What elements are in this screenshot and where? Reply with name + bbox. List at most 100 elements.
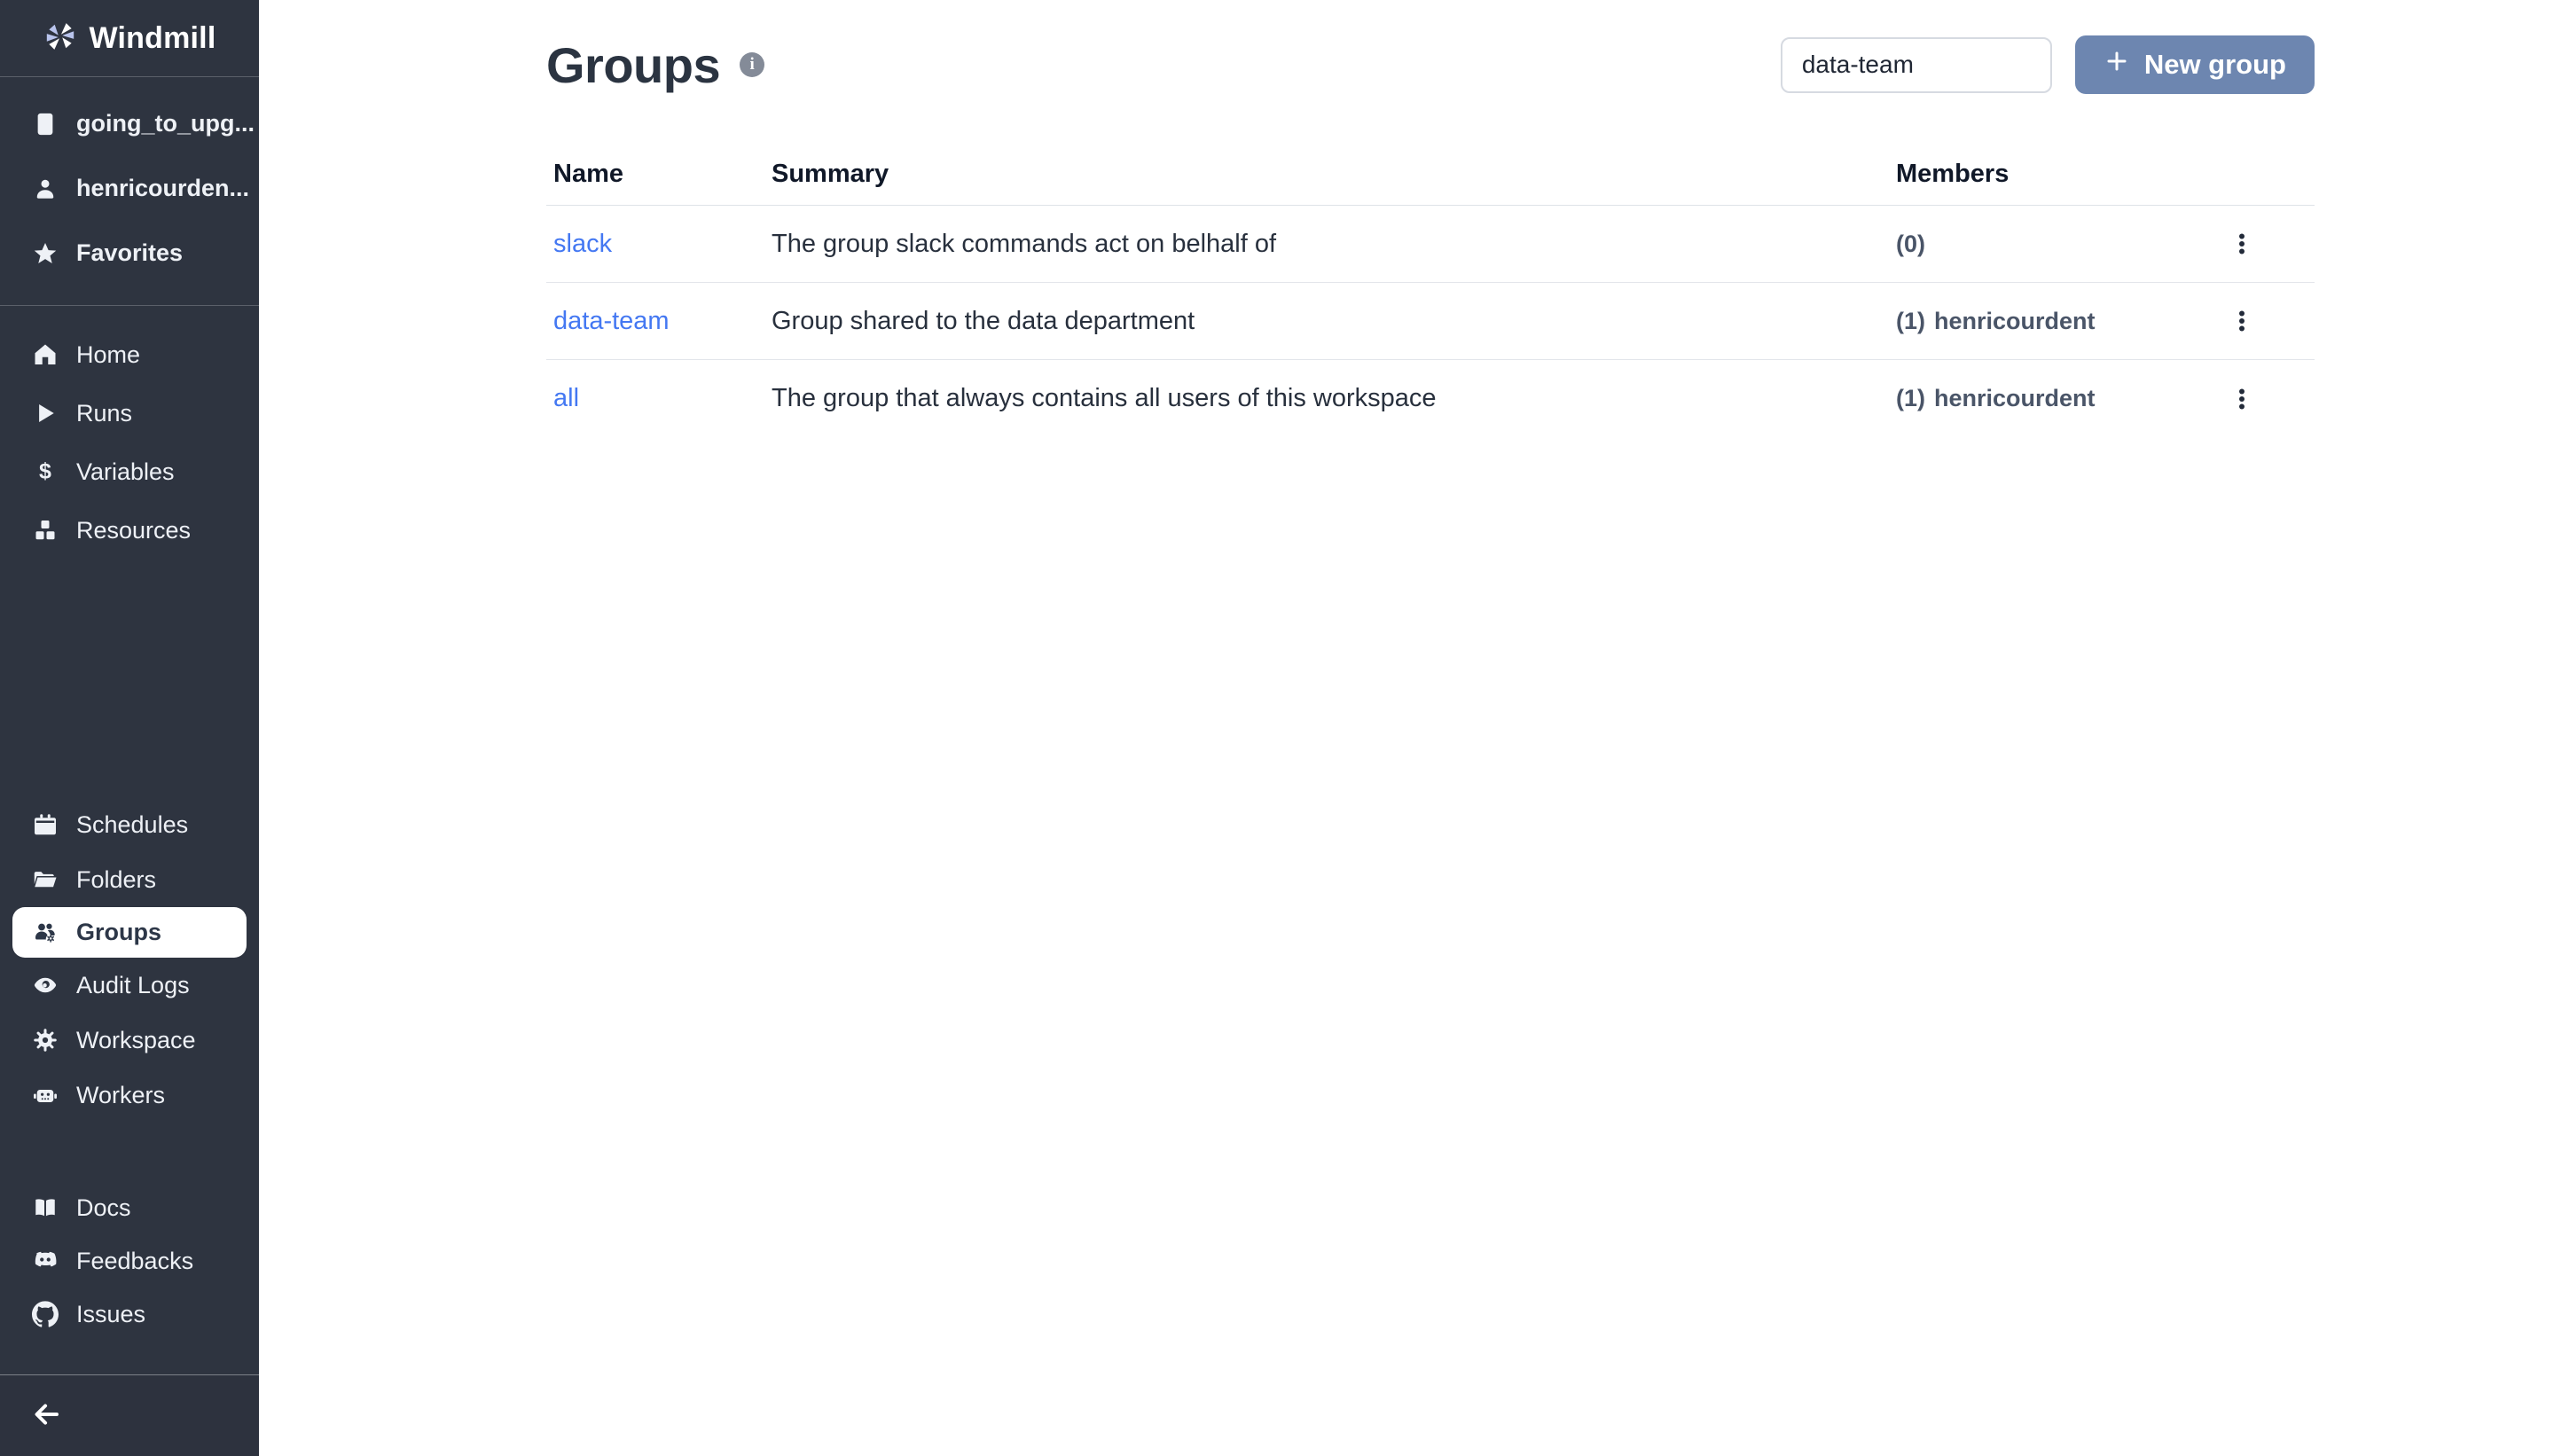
- plus-icon: [2104, 48, 2130, 82]
- group-name-cell: data-team: [546, 307, 764, 336]
- gear-icon: [32, 1027, 59, 1053]
- members-names: henricourdent: [1934, 308, 2096, 335]
- sidebar-item-schedules[interactable]: Schedules: [0, 797, 259, 852]
- folder-icon: [32, 866, 59, 893]
- sidebar-footer: [0, 1374, 259, 1456]
- main-content: Groups i New group Name Summary: [259, 0, 2554, 1456]
- building-icon: [32, 111, 59, 137]
- sidebar-item-label: Audit Logs: [76, 972, 190, 999]
- sidebar-item-user[interactable]: henricourden...: [0, 156, 259, 221]
- sidebar: Windmill going_to_upg...: [0, 0, 259, 1456]
- members-count: (1): [1896, 308, 1925, 335]
- sidebar-item-groups[interactable]: Groups: [12, 907, 247, 958]
- group-search-input[interactable]: [1781, 37, 2052, 93]
- github-icon: [32, 1301, 59, 1327]
- kebab-menu-icon: [2229, 308, 2255, 334]
- members-names: henricourdent: [1934, 385, 2096, 412]
- new-group-label: New group: [2144, 49, 2286, 81]
- sidebar-item-label: going_to_upg...: [76, 110, 255, 137]
- sidebar-item-label: Folders: [76, 866, 156, 894]
- sidebar-item-folders[interactable]: Folders: [0, 852, 259, 907]
- sidebar-item-docs[interactable]: Docs: [0, 1181, 259, 1234]
- title-wrap: Groups i: [546, 36, 764, 94]
- play-icon: [32, 400, 59, 427]
- arrow-left-icon: [30, 1398, 62, 1433]
- header-actions: New group: [1781, 35, 2315, 94]
- sidebar-item-label: Resources: [76, 517, 191, 544]
- column-header-name: Name: [546, 160, 764, 189]
- sidebar-admin-nav: Schedules Folders: [0, 797, 259, 1123]
- new-group-button[interactable]: New group: [2075, 35, 2315, 94]
- sidebar-item-label: Runs: [76, 400, 132, 427]
- column-header-members: Members: [1889, 160, 2182, 189]
- eye-icon: [32, 972, 59, 998]
- sidebar-footer-nav: Docs Feedbacks Issues: [0, 1181, 259, 1341]
- table-header-row: Name Summary Members: [546, 144, 2315, 206]
- group-link[interactable]: all: [553, 384, 579, 412]
- sidebar-item-label: Docs: [76, 1194, 131, 1222]
- table-row: all The group that always contains all u…: [546, 360, 2315, 437]
- group-summary: The group slack commands act on belhalf …: [764, 230, 1889, 259]
- windmill-logo-icon: [43, 20, 77, 58]
- group-name-cell: all: [546, 384, 764, 413]
- discord-icon: [32, 1248, 59, 1274]
- svg-text:$: $: [39, 459, 51, 484]
- sidebar-item-label: Schedules: [76, 811, 188, 839]
- sidebar-item-runs[interactable]: Runs: [0, 384, 259, 442]
- sidebar-item-issues[interactable]: Issues: [0, 1288, 259, 1341]
- dollar-icon: $: [32, 458, 59, 485]
- robot-icon: [32, 1082, 59, 1108]
- kebab-menu-icon: [2229, 231, 2255, 257]
- group-name-cell: slack: [546, 230, 764, 259]
- user-icon: [32, 176, 59, 202]
- group-members: (1) henricourdent: [1889, 385, 2182, 412]
- page-title: Groups: [546, 36, 720, 94]
- app-root: Windmill going_to_upg...: [0, 0, 2554, 1456]
- row-menu-button[interactable]: [2217, 374, 2267, 424]
- page-header: Groups i New group: [546, 35, 2315, 94]
- table-row: data-team Group shared to the data depar…: [546, 283, 2315, 360]
- column-header-summary: Summary: [764, 160, 1889, 189]
- sidebar-item-label: Home: [76, 341, 140, 369]
- info-icon[interactable]: i: [740, 52, 764, 77]
- sidebar-item-label: Groups: [76, 919, 161, 946]
- group-members: (0): [1889, 231, 2182, 258]
- book-icon: [32, 1194, 59, 1221]
- sidebar-item-home[interactable]: Home: [0, 325, 259, 384]
- sidebar-item-resources[interactable]: Resources: [0, 501, 259, 560]
- group-summary: The group that always contains all users…: [764, 384, 1889, 413]
- group-summary: Group shared to the data department: [764, 307, 1889, 336]
- sidebar-item-label: Workspace: [76, 1027, 196, 1054]
- members-count: (0): [1896, 231, 1925, 258]
- app-title: Windmill: [90, 21, 216, 56]
- sidebar-item-label: Variables: [76, 458, 175, 486]
- windmill-logo[interactable]: Windmill: [0, 0, 259, 76]
- members-count: (1): [1896, 385, 1925, 412]
- sidebar-item-workers[interactable]: Workers: [0, 1068, 259, 1123]
- star-icon: [32, 240, 59, 267]
- groups-table: Name Summary Members slack The group sla…: [546, 144, 2315, 437]
- calendar-icon: [32, 811, 59, 838]
- group-members: (1) henricourdent: [1889, 308, 2182, 335]
- users-gear-icon: [32, 920, 59, 946]
- sidebar-context-section: going_to_upg... henricourden... Favor: [0, 77, 259, 305]
- collapse-sidebar-button[interactable]: [27, 1397, 66, 1436]
- sidebar-item-variables[interactable]: $ Variables: [0, 442, 259, 501]
- cubes-icon: [32, 517, 59, 544]
- sidebar-item-workspace[interactable]: going_to_upg...: [0, 91, 259, 156]
- row-menu-button[interactable]: [2217, 219, 2267, 269]
- group-link[interactable]: data-team: [553, 307, 670, 335]
- sidebar-item-workspace-settings[interactable]: Workspace: [0, 1013, 259, 1068]
- sidebar-item-feedbacks[interactable]: Feedbacks: [0, 1234, 259, 1288]
- sidebar-item-label: Feedbacks: [76, 1248, 193, 1275]
- group-link[interactable]: slack: [553, 230, 612, 258]
- row-menu-button[interactable]: [2217, 296, 2267, 346]
- home-icon: [32, 341, 59, 368]
- sidebar-primary-nav: Home Runs $ Variables: [0, 306, 259, 560]
- kebab-menu-icon: [2229, 386, 2255, 412]
- sidebar-item-label: Favorites: [76, 239, 183, 267]
- sidebar-item-favorites[interactable]: Favorites: [0, 221, 259, 286]
- sidebar-item-audit-logs[interactable]: Audit Logs: [0, 958, 259, 1013]
- sidebar-item-label: henricourden...: [76, 175, 249, 202]
- table-row: slack The group slack commands act on be…: [546, 206, 2315, 283]
